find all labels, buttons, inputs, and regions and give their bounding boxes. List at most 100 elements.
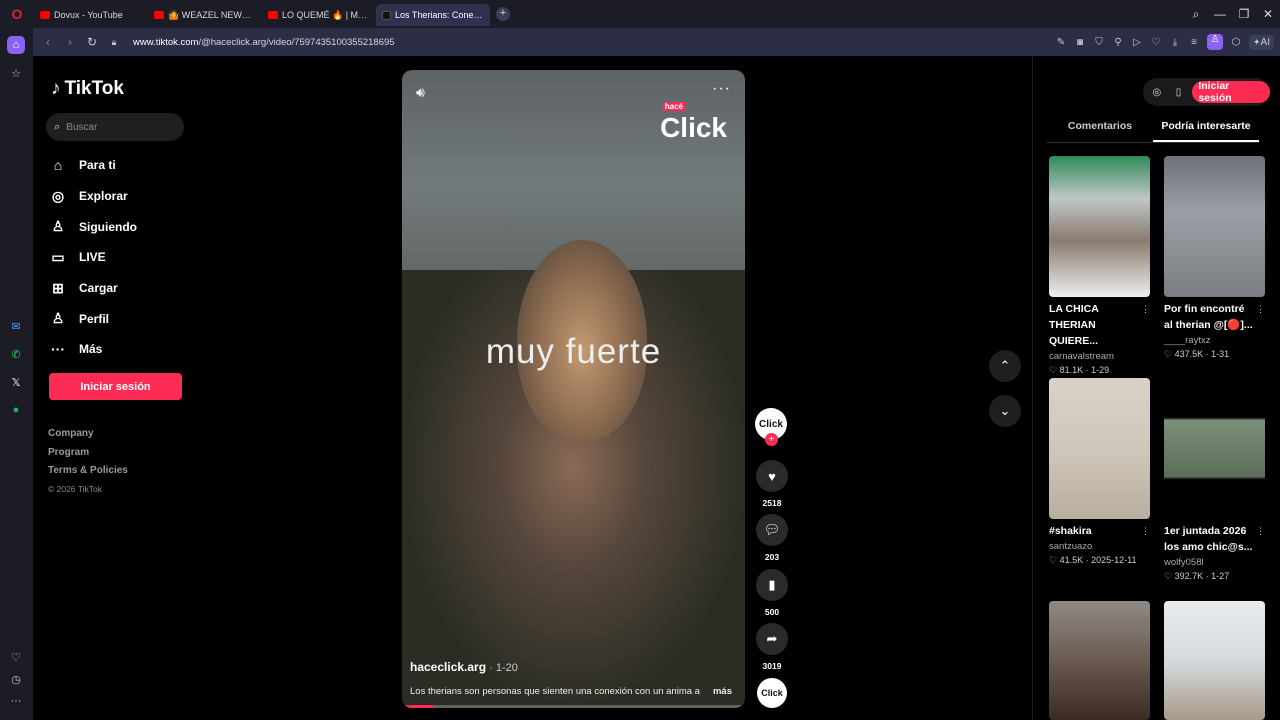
suggested-video-card[interactable]: ⋮ #shakira santzuazo ♡ 41.5K · 2025-12-1… — [1049, 378, 1150, 566]
home-icon[interactable]: ⌂ — [7, 36, 25, 54]
suggested-video-card[interactable]: ⋮ Por fin encontré al therian @[🔴]... __… — [1164, 156, 1265, 360]
video-progress-bar[interactable] — [402, 705, 745, 708]
messenger-icon[interactable]: ✉ — [7, 317, 25, 335]
vpn-icon[interactable]: ⚲ — [1112, 37, 1124, 48]
shield-icon[interactable]: ⛉ — [1093, 37, 1105, 48]
like-action[interactable]: ♥ 2518 — [756, 460, 788, 508]
video-player[interactable]: 🔊︎ ··· hacé Click muy fuerte haceclick.a… — [402, 70, 745, 708]
suggested-video-card[interactable]: ⋮ LA CHICA THERIAN QUIERE... carnavalstr… — [1049, 156, 1150, 376]
share-icon: ➦ — [756, 623, 788, 655]
video-thumbnail[interactable] — [1049, 601, 1150, 720]
video-thumbnail[interactable] — [1164, 156, 1265, 297]
new-tab-button[interactable]: + — [496, 7, 510, 21]
heart-icon[interactable]: ♡ — [1150, 37, 1162, 48]
ai-button[interactable]: ✦AI — [1249, 34, 1274, 50]
tab-comments[interactable]: Comentarios — [1047, 116, 1153, 142]
chevron-up-icon[interactable]: ⌃ — [989, 350, 1021, 382]
video-thumbnail[interactable] — [1164, 378, 1265, 519]
forward-icon[interactable]: › — [59, 35, 81, 49]
comment-icon: 💬︎ — [756, 514, 788, 546]
chevron-down-icon[interactable]: ⌄ — [989, 395, 1021, 427]
comment-action[interactable]: 💬︎ 203 — [756, 514, 788, 562]
follow-button[interactable]: + — [765, 433, 778, 446]
search-input[interactable] — [66, 121, 167, 133]
suggested-video-card[interactable] — [1049, 601, 1150, 720]
edit-icon[interactable]: ✎ — [1055, 37, 1067, 48]
save-action[interactable]: ▮ 500 — [756, 569, 788, 617]
menu-item-label: LIVE — [79, 250, 106, 265]
sound-avatar[interactable]: Click — [757, 678, 787, 708]
tiktok-logo[interactable]: ♪ TikTok — [51, 78, 124, 100]
menu-item-explorar[interactable]: ◎ Explorar — [49, 181, 137, 212]
volume-icon[interactable]: 🔊︎ — [416, 84, 425, 101]
browser-tab[interactable]: 🤷 WEAZEL NEWS REP — [148, 4, 262, 26]
search-icon[interactable]: ⌕ — [1184, 7, 1208, 22]
home-icon: ⌂ — [53, 157, 63, 174]
back-icon[interactable]: ‹ — [37, 35, 59, 49]
extensions-icon[interactable]: ⬡ — [1230, 37, 1242, 48]
footer-link-terms[interactable]: Terms & Policies — [48, 465, 128, 484]
brand-tag: hacé — [662, 102, 685, 111]
panel-tabs: Comentarios Podría interesarte — [1047, 116, 1259, 143]
more-options-icon[interactable]: ··· — [712, 80, 731, 98]
more-icon: ··· — [51, 341, 65, 358]
browser-tab-active[interactable]: Los Therians: Conexió — [376, 4, 490, 26]
more-icon[interactable]: ··· — [7, 692, 25, 710]
menu-item-para-ti[interactable]: ⌂ Para ti — [49, 150, 137, 181]
video-thumbnail[interactable] — [1049, 378, 1150, 519]
login-button-top[interactable]: Iniciar sesión — [1192, 80, 1270, 104]
phone-icon[interactable]: ▯ — [1171, 87, 1187, 98]
share-action[interactable]: ➦ 3019 — [756, 623, 788, 671]
suggested-video-card[interactable] — [1164, 601, 1265, 720]
search-icon: ⌕ — [54, 120, 61, 133]
reload-icon[interactable]: ↻ — [81, 35, 103, 49]
more-icon[interactable]: ⋮ — [1256, 526, 1265, 537]
history-icon[interactable]: ◷ — [7, 670, 25, 688]
menu-item-label: Más — [79, 342, 103, 357]
camera-icon[interactable]: ◙ — [1074, 37, 1086, 48]
heart-icon[interactable]: ♡ — [7, 648, 25, 666]
menu-item-label: Siguiendo — [79, 219, 137, 234]
video-author[interactable]: haceclick.arg · 1-20 — [410, 660, 518, 674]
more-icon[interactable]: ⋮ — [1141, 526, 1150, 537]
browser-tab[interactable]: LO QUEMÉ 🔥 | MEJO — [262, 4, 376, 26]
x-icon[interactable]: 𝕏 — [7, 373, 25, 391]
youtube-icon — [40, 11, 50, 19]
more-icon[interactable]: ⋮ — [1141, 304, 1150, 315]
star-icon[interactable]: ☆ — [7, 64, 25, 82]
menu-item-live[interactable]: ▭ LIVE — [49, 242, 137, 273]
copyright: © 2026 TikTok — [48, 483, 102, 494]
maximize-icon[interactable]: ❐ — [1232, 7, 1256, 21]
more-icon[interactable]: ⋮ — [1256, 304, 1265, 315]
youtube-icon — [154, 11, 164, 19]
profile-icon[interactable]: ♙ — [1207, 34, 1223, 50]
browser-tab[interactable]: Dovux - YouTube — [34, 4, 148, 26]
play-icon[interactable]: ▷ — [1131, 37, 1143, 48]
menu-icon[interactable]: ≡ — [1188, 37, 1200, 48]
menu-item-siguiendo[interactable]: ♙ Siguiendo — [49, 211, 137, 242]
footer-links: Company Program Terms & Policies © 2026 … — [48, 428, 128, 502]
tab-suggested[interactable]: Podría interesarte — [1153, 116, 1259, 142]
menu-item-perfil[interactable]: ♙ Perfil — [49, 303, 137, 334]
tiktok-note-icon: ♪ — [51, 78, 61, 99]
minimize-icon[interactable]: — — [1208, 7, 1232, 21]
video-thumbnail[interactable] — [1164, 601, 1265, 720]
footer-link-program[interactable]: Program — [48, 447, 128, 466]
download-icon[interactable]: ⤓ — [1169, 37, 1181, 48]
menu-item-label: Perfil — [79, 311, 110, 326]
footer-link-company[interactable]: Company — [48, 428, 128, 447]
more-link[interactable]: más — [713, 686, 732, 697]
search-bar[interactable]: ⌕ — [46, 113, 184, 141]
opera-logo-icon[interactable]: O — [0, 0, 34, 28]
menu-item-más[interactable]: ··· Más — [49, 334, 137, 365]
close-icon[interactable]: ✕ — [1256, 7, 1280, 21]
spotify-icon[interactable]: ● — [7, 401, 25, 419]
compass-icon[interactable]: ◎ — [1149, 87, 1165, 98]
whatsapp-icon[interactable]: ✆ — [7, 345, 25, 363]
video-thumbnail[interactable] — [1049, 156, 1150, 297]
menu-item-cargar[interactable]: ⊞ Cargar — [49, 273, 137, 304]
brand-watermark: Click — [660, 112, 727, 143]
suggested-video-card[interactable]: ⋮ 1er juntada 2026 los amo chic@s... wol… — [1164, 378, 1265, 582]
login-button[interactable]: Iniciar sesión — [49, 373, 182, 400]
url-field[interactable]: www.tiktok.com/@haceclick.arg/video/7597… — [133, 37, 395, 48]
